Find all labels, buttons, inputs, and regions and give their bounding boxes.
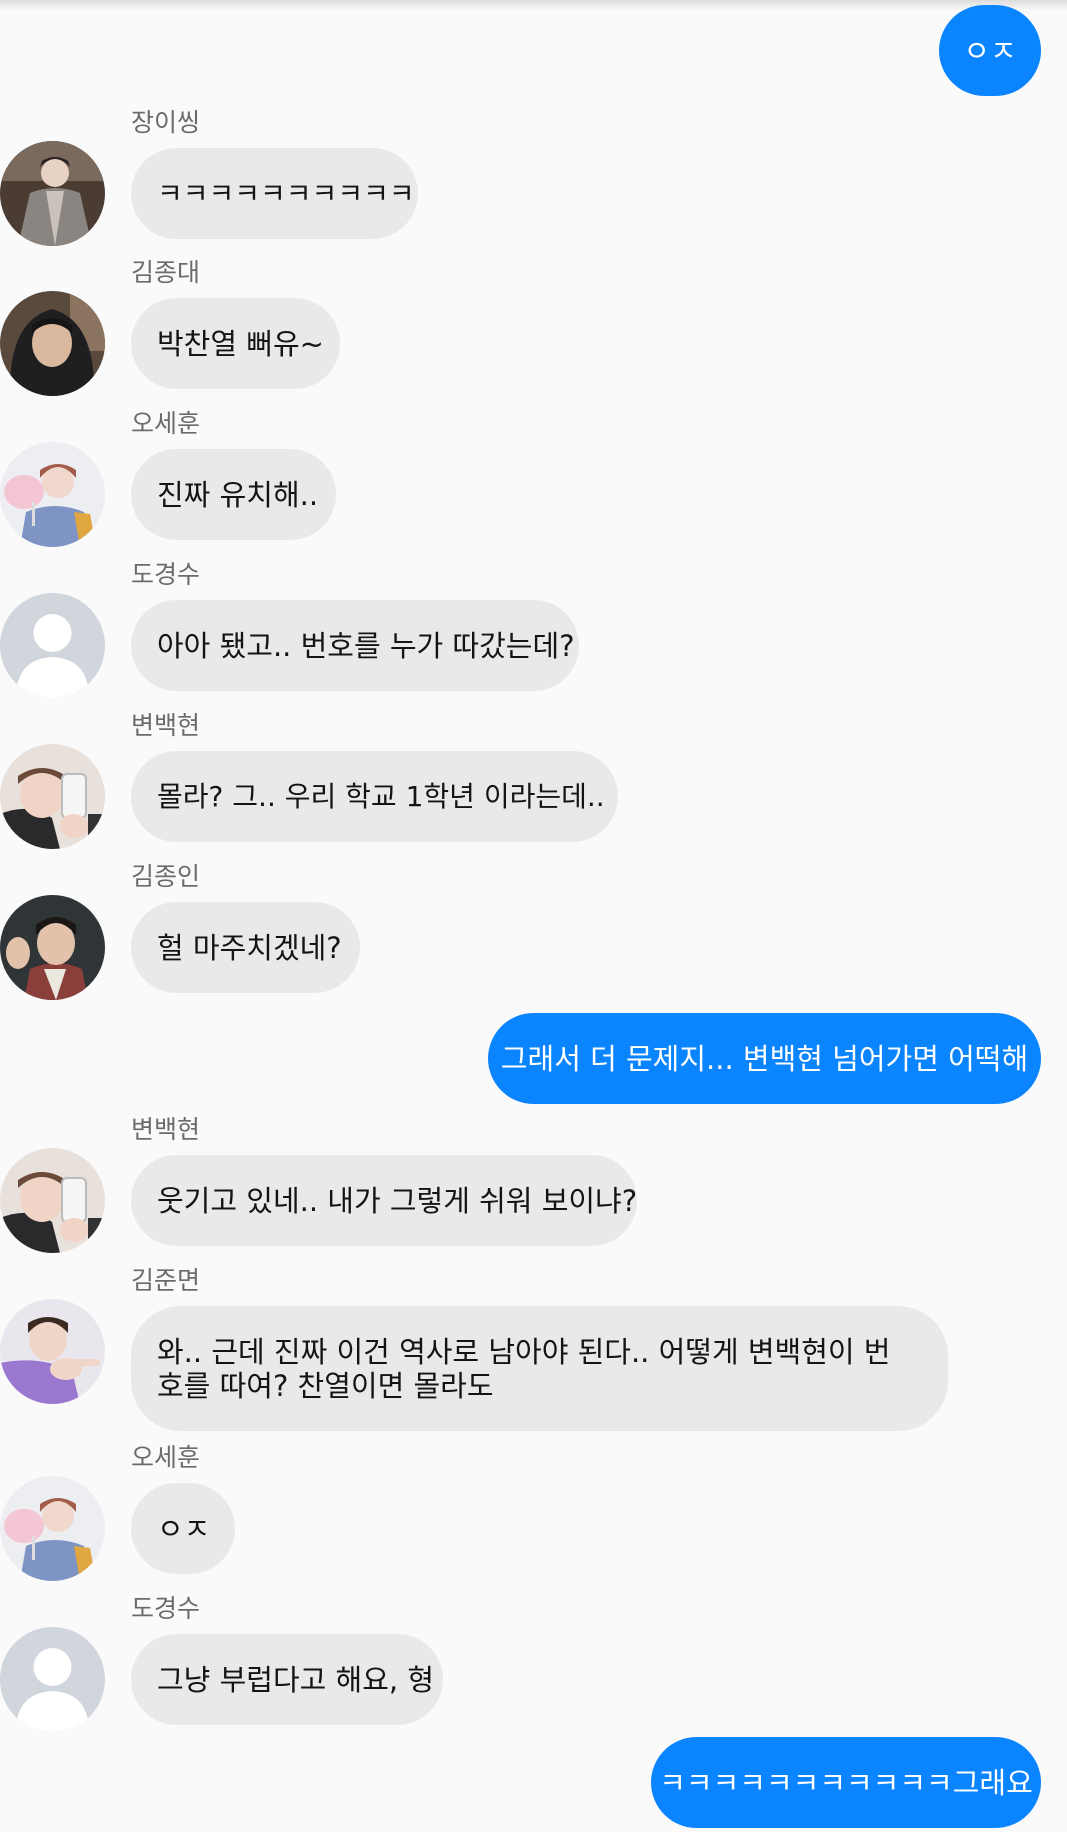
incoming-message-bubble[interactable]: 헐 마주치겠네? <box>131 902 360 993</box>
sender-name: 장이씽 <box>131 108 201 137</box>
avatar[interactable] <box>0 744 105 849</box>
incoming-message-bubble[interactable]: ㅋㅋㅋㅋㅋㅋㅋㅋㅋㅋ <box>131 148 418 239</box>
sender-name: 변백현 <box>131 1115 201 1144</box>
avatar-photo-icon <box>0 744 105 849</box>
message-row-incoming: 오세훈 진짜 유치해.. <box>0 409 1067 549</box>
outgoing-message-bubble[interactable]: 그래서 더 문제지... 변백현 넘어가면 어떡해 <box>488 1013 1041 1104</box>
incoming-message-bubble[interactable]: 아아 됐고.. 번호를 누가 따갔는데? <box>131 600 579 691</box>
avatar[interactable] <box>0 593 105 698</box>
avatar-photo-icon <box>0 1148 105 1253</box>
chat-log[interactable]: ㅇㅈ 장이씽 ㅋㅋㅋㅋㅋㅋㅋㅋㅋㅋ 김종대 박찬열 뻐유~ 오세훈 진짜 유치해… <box>0 0 1067 1832</box>
message-row-incoming: 도경수 아아 됐고.. 번호를 누가 따갔는데? <box>0 560 1067 700</box>
message-row-outgoing: 그래서 더 문제지... 변백현 넘어가면 어떡해 <box>0 1013 1067 1104</box>
avatar[interactable] <box>0 141 105 246</box>
incoming-message-bubble[interactable]: 박찬열 뻐유~ <box>131 298 340 389</box>
avatar[interactable] <box>0 291 105 396</box>
message-row-incoming: 오세훈 ㅇㅈ <box>0 1443 1067 1583</box>
message-row-incoming: 도경수 그냥 부럽다고 해요, 형 <box>0 1594 1067 1734</box>
message-row-incoming: 김종인 헐 마주치겠네? <box>0 862 1067 1002</box>
incoming-message-bubble[interactable]: 그냥 부럽다고 해요, 형 <box>131 1634 443 1725</box>
outgoing-message-bubble[interactable]: ㅋㅋㅋㅋㅋㅋㅋㅋㅋㅋㅋ그래요 <box>651 1737 1041 1828</box>
default-avatar-icon <box>0 593 105 698</box>
avatar[interactable] <box>0 1148 105 1253</box>
message-row-incoming: 변백현 몰라? 그.. 우리 학교 1학년 이라는데.. <box>0 711 1067 851</box>
sender-name: 김종인 <box>131 862 201 891</box>
incoming-message-bubble[interactable]: 웃기고 있네.. 내가 그렇게 쉬워 보이냐? <box>131 1155 637 1246</box>
default-avatar-icon <box>0 1627 105 1732</box>
message-row-outgoing: ㅇㅈ <box>0 5 1067 96</box>
sender-name: 변백현 <box>131 711 201 740</box>
sender-name: 도경수 <box>131 560 201 589</box>
incoming-message-bubble[interactable]: 몰라? 그.. 우리 학교 1학년 이라는데.. <box>131 751 618 842</box>
avatar-photo-icon <box>0 1299 105 1404</box>
message-row-incoming: 장이씽 ㅋㅋㅋㅋㅋㅋㅋㅋㅋㅋ <box>0 108 1067 248</box>
avatar[interactable] <box>0 1476 105 1581</box>
avatar-photo-icon <box>0 442 105 547</box>
avatar[interactable] <box>0 895 105 1000</box>
avatar[interactable] <box>0 1299 105 1404</box>
avatar-photo-icon <box>0 291 105 396</box>
incoming-message-bubble[interactable]: ㅇㅈ <box>131 1483 235 1574</box>
sender-name: 김준면 <box>131 1266 201 1295</box>
avatar-photo-icon <box>0 1476 105 1581</box>
avatar[interactable] <box>0 1627 105 1732</box>
avatar[interactable] <box>0 442 105 547</box>
sender-name: 오세훈 <box>131 409 201 438</box>
sender-name: 도경수 <box>131 1594 201 1623</box>
avatar-photo-icon <box>0 141 105 246</box>
sender-name: 김종대 <box>131 258 201 287</box>
message-row-incoming: 변백현 웃기고 있네.. 내가 그렇게 쉬워 보이냐? <box>0 1115 1067 1255</box>
avatar-photo-icon <box>0 895 105 1000</box>
incoming-message-bubble[interactable]: 진짜 유치해.. <box>131 449 336 540</box>
message-row-incoming: 김준면 와.. 근데 진짜 이건 역사로 남아야 된다.. 어떻게 변백현이 번… <box>0 1266 1067 1434</box>
sender-name: 오세훈 <box>131 1443 201 1472</box>
message-row-outgoing: ㅋㅋㅋㅋㅋㅋㅋㅋㅋㅋㅋ그래요 <box>0 1737 1067 1828</box>
incoming-message-bubble[interactable]: 와.. 근데 진짜 이건 역사로 남아야 된다.. 어떻게 변백현이 번호를 따… <box>131 1306 948 1431</box>
outgoing-message-bubble[interactable]: ㅇㅈ <box>939 5 1041 96</box>
message-row-incoming: 김종대 박찬열 뻐유~ <box>0 258 1067 398</box>
